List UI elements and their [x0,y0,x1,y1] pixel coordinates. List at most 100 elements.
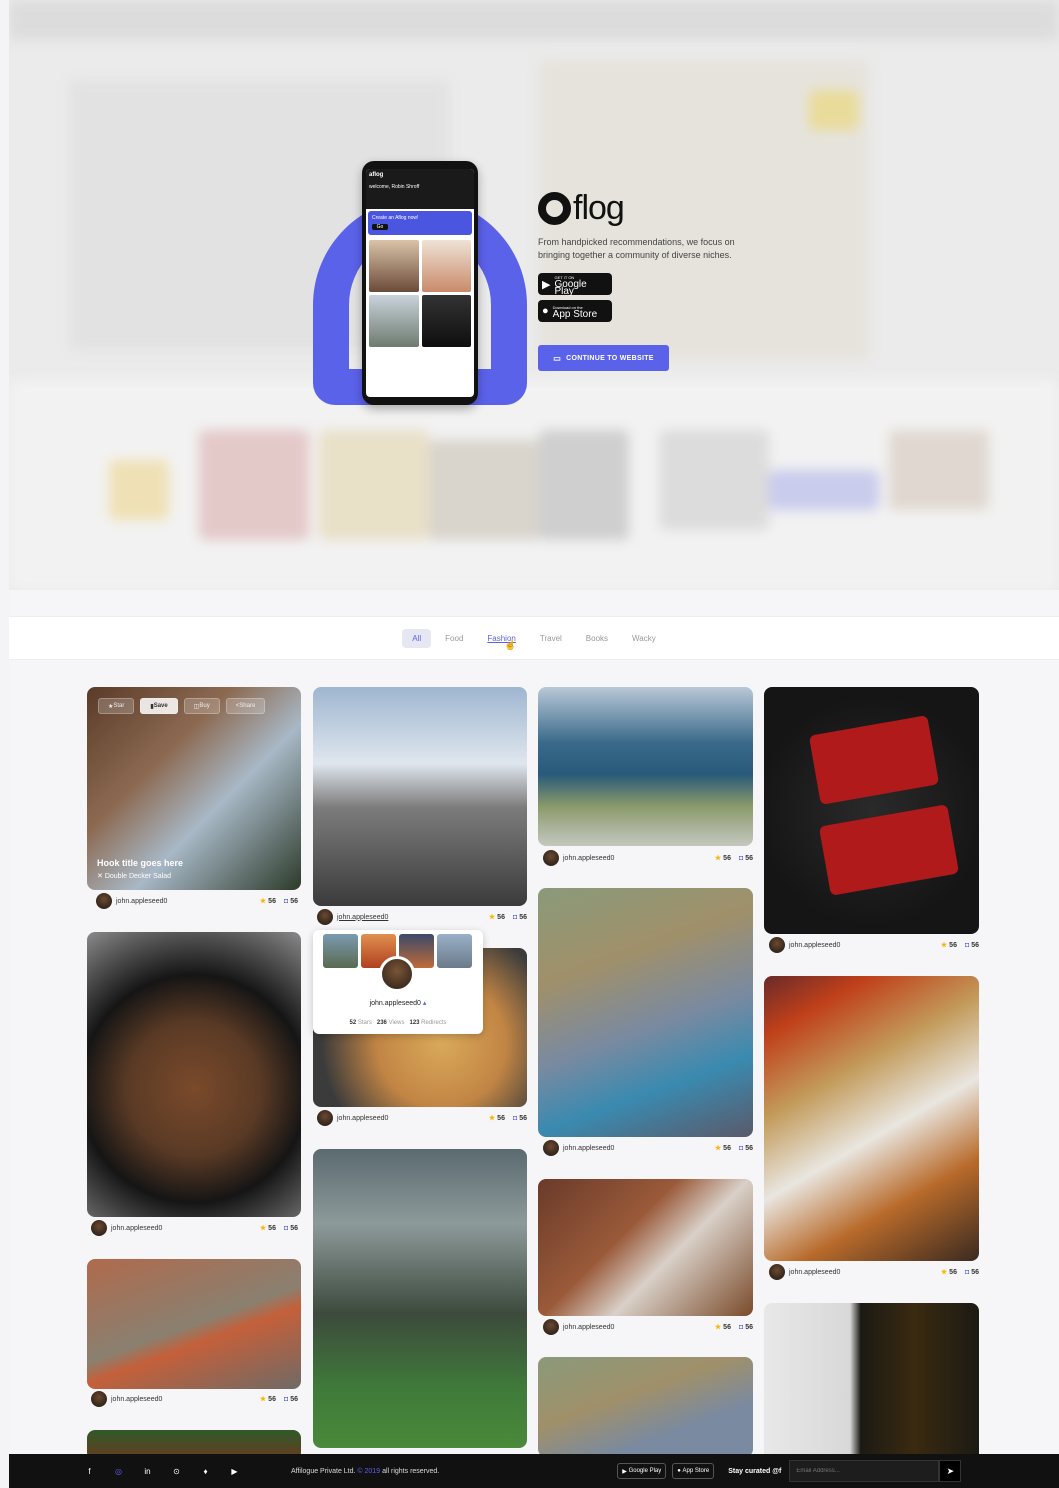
facebook-icon[interactable]: f [85,1467,94,1476]
phone-header: aflog welcome, Robin Shroff [366,169,474,209]
hook-subtitle: Double Decker Salad [104,873,171,880]
star-icon: ★ [940,1269,948,1276]
continue-to-website-button[interactable]: ▭ CONTINUE TO WEBSITE [538,345,669,371]
hero-copy: flog From handpicked recommendations, we… [538,189,758,322]
copyright: Affilogue Private Ltd. © 2019 all rights… [291,1468,439,1475]
avatar[interactable] [769,937,785,953]
username[interactable]: john.appleseed0 [111,1225,162,1232]
avatar[interactable] [543,850,559,866]
phone-mockup: aflog welcome, Robin Shroff Create an Af… [362,161,478,405]
post-card[interactable] [538,1357,753,1457]
footer-store-links: ▶ Google Play ● App Store [611,1463,715,1479]
username[interactable]: john.appleseed0 [563,1324,614,1331]
star-count: 56 [268,1224,276,1232]
avatar[interactable] [379,956,415,992]
save-count: 56 [519,913,527,921]
stars-label: Stars [357,1020,372,1026]
post-card-featured[interactable]: ★ Star ▮ Save ◫ Buy < Share Hook title g… [87,687,301,890]
avatar[interactable] [769,1264,785,1280]
post-card[interactable] [313,687,527,906]
post-card[interactable] [764,1303,979,1463]
avatar[interactable] [317,909,333,925]
buy-button[interactable]: ◫ Buy [183,698,220,714]
post-card[interactable] [313,1149,527,1448]
send-icon[interactable]: ➤ [939,1460,962,1482]
stars-value: 52 [349,1020,357,1026]
avatar[interactable] [91,1220,107,1236]
app-store-label: App Store [552,309,598,320]
footer-app-store-label: App Store [682,1468,710,1474]
avatar[interactable] [543,1140,559,1156]
username[interactable]: john.appleseed0 [563,1145,614,1152]
google-play-badge[interactable]: ▶ GET IT ON Google Play [538,273,612,296]
post-card[interactable] [764,976,979,1261]
avatar[interactable] [91,1391,107,1407]
thumbnail[interactable] [323,934,358,968]
monitor-icon: ▭ [553,353,562,363]
copyright-year: © 2019 [357,1467,381,1475]
username[interactable]: john.appleseed0 [111,1396,162,1403]
company-name: Affilogue Private Ltd. [291,1467,356,1475]
store-badges: ▶ GET IT ON Google Play ● Download on the… [538,273,758,322]
username[interactable]: john.appleseed0 [337,1115,388,1122]
app-store-badge[interactable]: ● Download on the App Store [538,300,612,322]
username[interactable]: john.appleseed0 [116,898,167,905]
popover-username[interactable]: john.appleseed0 ▴ [313,999,483,1007]
hook-caption: Hook title goes here ✕ Double Decker Sal… [97,858,183,880]
avatar[interactable] [96,893,112,909]
cta-label: CONTINUE TO WEBSITE [566,354,654,362]
user-hover-card: john.appleseed0 ▴ 52 Stars 236 Views 123… [313,930,483,1034]
tab-fashion[interactable]: Fashion [477,629,525,648]
post-meta: john.appleseed0 ★ 56 ◘ 56 [91,1219,298,1237]
avatar[interactable] [317,1110,333,1126]
share-button[interactable]: < Share [225,698,266,714]
post-card[interactable] [538,1179,753,1316]
username[interactable]: john.appleseed0 [789,1269,840,1276]
hook-title: Hook title goes here [97,858,184,868]
pinterest-icon[interactable]: ⊙ [172,1467,181,1476]
hero-tagline: From handpicked recommendations, we focu… [538,237,735,260]
hero-section: aflog welcome, Robin Shroff Create an Af… [9,0,1059,590]
post-meta: john.appleseed0 ★ 56 ◘ 56 [769,936,979,954]
footer-google-play[interactable]: ▶ Google Play [617,1463,667,1479]
username[interactable]: john.appleseed0 [789,942,840,949]
avatar[interactable] [543,1319,559,1335]
username[interactable]: john.appleseed0 [563,855,614,862]
star-count: 56 [949,1268,957,1276]
save-count: 56 [971,1268,979,1276]
save-count: 56 [290,1395,298,1403]
bag-icon: ◘ [283,1224,289,1232]
category-tabs: All Food Fashion Travel Books Wacky [9,616,1059,660]
tab-books[interactable]: Books [576,629,618,648]
save-button[interactable]: ▮ Save [140,698,178,714]
tab-wacky[interactable]: Wacky [622,629,666,648]
rights-text: all rights reserved. [382,1467,440,1475]
star-count: 56 [949,941,957,949]
thumbnail[interactable] [437,934,472,968]
tab-all[interactable]: All [402,628,432,648]
instagram-icon[interactable]: ◎ [114,1467,123,1476]
blurred-background [9,0,1059,590]
star-button[interactable]: ★ Star [98,698,135,714]
star-count: 56 [723,1323,731,1331]
star-icon: ★ [259,1225,267,1232]
star-count: 56 [723,1144,731,1152]
popover-stats: 52 Stars 236 Views 123 Redirects [313,1020,483,1026]
tab-food[interactable]: Food [435,629,473,648]
post-card[interactable] [87,1259,301,1389]
username[interactable]: john.appleseed0 [337,914,388,921]
post-card[interactable] [538,687,753,846]
email-field[interactable] [789,1460,940,1482]
twitter-icon[interactable]: ♦ [201,1467,210,1476]
post-card[interactable] [538,888,753,1137]
youtube-icon[interactable]: ▶ [230,1467,239,1476]
phone-feed-image [421,240,471,292]
post-card[interactable] [764,687,979,934]
post-card[interactable] [87,932,301,1217]
card-actions: ★ Star ▮ Save ◫ Buy < Share [98,698,266,714]
linkedin-icon[interactable]: in [143,1467,152,1476]
post-meta: john.appleseed0 ★ 56 ◘ 56 [91,1390,298,1408]
footer-app-store[interactable]: ● App Store [672,1463,715,1479]
wrapper-shape [818,804,960,896]
tab-travel[interactable]: Travel [530,629,572,648]
